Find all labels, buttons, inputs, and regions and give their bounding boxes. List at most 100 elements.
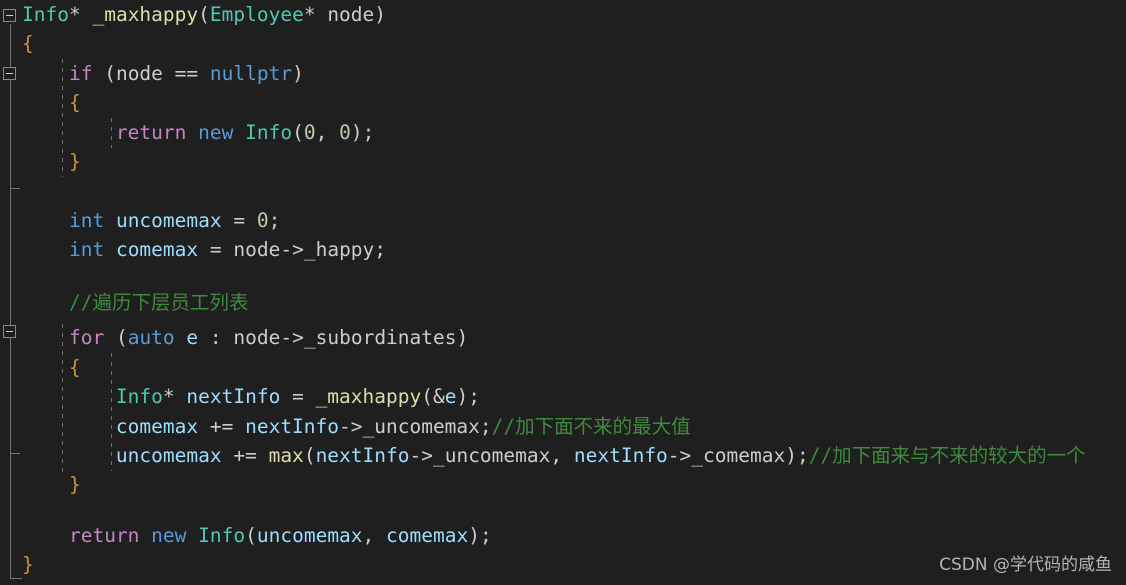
token-keyword: new	[151, 524, 187, 547]
code-line-2[interactable]: {	[22, 29, 34, 58]
token-comment: //遍历下层员工列表	[68, 291, 249, 314]
token-function: max	[268, 444, 304, 467]
code-line-14[interactable]: Info* nextInfo = _maxhappy(&e);	[22, 382, 480, 411]
code-line-12[interactable]: for (auto e : node->_subordinates)	[22, 323, 468, 352]
token-keyword: int	[68, 208, 105, 232]
token-semicolon: ;	[479, 524, 492, 547]
token-brace: {	[22, 32, 34, 56]
token-variable: comemax	[386, 524, 469, 547]
token-semicolon: ;	[374, 238, 387, 262]
token-type: Employee	[209, 3, 304, 26]
fold-line-if-end	[10, 188, 20, 189]
token-paren: )	[374, 3, 387, 26]
token-type: Info	[115, 385, 163, 409]
token-brace: }	[68, 473, 81, 497]
folding-gutter[interactable]	[0, 0, 22, 585]
token-var: node	[233, 238, 281, 262]
token-operator: *	[303, 3, 316, 26]
code-editor[interactable]: Info* _maxhappy(Employee* node) { if (no…	[0, 0, 1126, 585]
token-paren: (	[292, 120, 304, 144]
token-control: return	[115, 120, 187, 144]
token-member: _uncomemax	[432, 444, 551, 467]
token-operator: ==	[174, 61, 199, 85]
fold-marker-for[interactable]	[3, 325, 16, 338]
token-paren: )	[468, 524, 480, 547]
token-control: for	[68, 326, 105, 350]
token-semicolon: ;	[479, 414, 492, 438]
code-line-20[interactable]: }	[22, 550, 34, 579]
token-variable: nextInfo	[245, 414, 340, 438]
token-comma: ,	[550, 444, 563, 467]
token-semicolon: ;	[362, 120, 375, 144]
token-operator: =	[209, 238, 222, 262]
token-operator: *	[162, 385, 175, 409]
token-variable: comemax	[115, 238, 199, 262]
token-semicolon: ;	[268, 208, 281, 232]
token-keyword: new	[198, 120, 234, 144]
token-colon: :	[209, 326, 222, 350]
token-brace: {	[68, 91, 81, 115]
code-line-7[interactable]	[22, 176, 34, 205]
code-line-16[interactable]: uncomemax += max(nextInfo->_uncomemax, n…	[22, 441, 1086, 470]
fold-marker-function[interactable]	[3, 9, 16, 22]
token-var: node	[115, 61, 163, 85]
token-paren: )	[456, 385, 469, 409]
code-line-15[interactable]: comemax += nextInfo->_uncomemax;//加下面不来的…	[22, 412, 691, 441]
token-var: node	[233, 326, 281, 350]
code-line-17[interactable]: }	[22, 470, 81, 499]
token-member: _comemax	[691, 444, 786, 467]
token-keyword: auto	[127, 326, 175, 350]
token-variable: e	[444, 385, 457, 409]
code-line-13[interactable]: {	[22, 353, 81, 382]
token-paren: )	[350, 120, 363, 144]
token-variable: nextInfo	[315, 444, 410, 467]
token-variable: uncomemax	[256, 524, 363, 547]
code-line-1[interactable]: Info* _maxhappy(Employee* node)	[22, 0, 386, 29]
token-paren: )	[785, 444, 797, 467]
token-paren: (	[245, 524, 257, 547]
token-param: node	[327, 3, 375, 26]
code-line-4[interactable]: {	[22, 88, 81, 117]
code-line-8[interactable]: int uncomemax = 0;	[22, 206, 280, 235]
code-line-11[interactable]: //遍历下层员工列表	[22, 288, 248, 317]
code-line-5[interactable]: return new Info(0, 0);	[22, 118, 374, 147]
token-type: Info	[245, 120, 293, 144]
token-paren: (	[115, 326, 128, 350]
fold-line-for-end	[10, 453, 20, 454]
token-control: return	[68, 524, 140, 547]
token-number: 0	[339, 120, 351, 144]
token-keyword: int	[68, 238, 105, 262]
token-paren: )	[456, 326, 469, 350]
token-operator: &	[432, 385, 445, 409]
token-variable: nextInfo	[186, 385, 281, 409]
token-member: _uncomemax	[362, 414, 480, 438]
token-arrow: ->	[667, 444, 692, 467]
csdn-watermark: CSDN @学代码的咸鱼	[939, 555, 1112, 575]
token-paren: )	[292, 61, 304, 85]
fold-line-if	[10, 83, 11, 189]
token-operator: +=	[233, 444, 257, 467]
token-comment: //加下面来与不来的较大的一个	[808, 444, 1086, 467]
code-line-3[interactable]: if (node == nullptr)	[22, 59, 304, 88]
token-member: _subordinates	[303, 326, 457, 350]
token-paren: (	[198, 3, 210, 26]
token-brace: {	[68, 355, 81, 379]
token-semicolon: ;	[468, 385, 480, 409]
token-member: _happy	[303, 238, 375, 262]
token-semicolon: ;	[796, 444, 809, 467]
fold-marker-if[interactable]	[3, 67, 16, 80]
token-comment: //加下面不来的最大值	[491, 414, 691, 438]
token-brace: }	[22, 553, 34, 577]
code-line-6[interactable]: }	[22, 147, 81, 176]
token-operator: =	[233, 208, 246, 232]
code-line-19[interactable]: return new Info(uncomemax, comemax);	[22, 521, 492, 550]
token-arrow: ->	[280, 238, 304, 262]
token-function: _maxhappy	[92, 3, 199, 26]
token-arrow: ->	[339, 414, 363, 438]
fold-line-for	[10, 342, 11, 454]
token-brace: }	[68, 150, 81, 173]
token-paren: (	[104, 61, 116, 85]
token-comma: ,	[362, 524, 375, 547]
code-line-9[interactable]: int comemax = node->_happy;	[22, 235, 386, 264]
code-content[interactable]: Info* _maxhappy(Employee* node) { if (no…	[0, 0, 1126, 585]
